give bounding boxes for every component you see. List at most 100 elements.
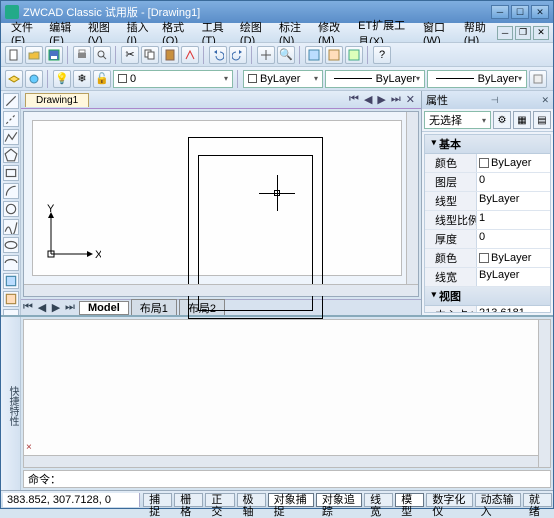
- close-button[interactable]: ✕: [531, 5, 549, 19]
- canvas-hscroll[interactable]: [24, 284, 418, 296]
- cmd-hscroll[interactable]: [24, 455, 538, 467]
- layout-tab-1[interactable]: 布局1: [131, 299, 177, 317]
- props-icon[interactable]: [305, 46, 323, 64]
- layout-last-icon[interactable]: ⏭: [63, 301, 77, 314]
- make-block-icon[interactable]: [3, 291, 19, 307]
- select-objects-icon[interactable]: ▦: [513, 111, 531, 129]
- mdi-close-button[interactable]: ✕: [533, 26, 549, 40]
- polyline-icon[interactable]: [3, 129, 19, 145]
- quick-select-icon[interactable]: ⚙: [493, 111, 511, 129]
- zoom-icon[interactable]: 🔍: [277, 46, 295, 64]
- tab-close-icon[interactable]: ✕: [404, 93, 417, 106]
- open-icon[interactable]: [25, 46, 43, 64]
- prop-value[interactable]: ByLayer: [477, 192, 550, 210]
- layout-next-icon[interactable]: ▶: [49, 301, 63, 314]
- print-icon[interactable]: [73, 46, 91, 64]
- prop-group-head[interactable]: 基本: [425, 135, 550, 154]
- status-toggle-7[interactable]: 模型: [395, 493, 424, 507]
- bylayer-icon[interactable]: [529, 70, 547, 88]
- prop-row[interactable]: 颜色ByLayer: [425, 249, 550, 268]
- layer-combo[interactable]: 0 ▾: [113, 70, 233, 88]
- prop-group-head[interactable]: 视图: [425, 287, 550, 306]
- circle-icon[interactable]: [3, 201, 19, 217]
- prop-row[interactable]: 线型ByLayer: [425, 192, 550, 211]
- status-toggle-10[interactable]: 就绪: [523, 493, 552, 507]
- linetype-combo[interactable]: ByLayer ▾: [325, 70, 425, 88]
- status-toggle-9[interactable]: 动态输入: [475, 493, 521, 507]
- tab-next-icon[interactable]: ▶: [375, 93, 387, 106]
- ellipse-arc-icon[interactable]: [3, 255, 19, 271]
- canvas-vscroll[interactable]: [406, 112, 418, 284]
- design-center-icon[interactable]: [325, 46, 343, 64]
- prop-value[interactable]: 1: [477, 211, 550, 229]
- copy-icon[interactable]: [141, 46, 159, 64]
- layer-freeze-icon[interactable]: ❄: [73, 70, 91, 88]
- color-combo[interactable]: ByLayer ▾: [243, 70, 323, 88]
- lineweight-combo[interactable]: ByLayer ▾: [427, 70, 527, 88]
- panel-close-icon[interactable]: ✕: [541, 95, 549, 106]
- command-history[interactable]: ×: [23, 319, 551, 468]
- undo-icon[interactable]: [209, 46, 227, 64]
- doc-tab-drawing1[interactable]: Drawing1: [25, 93, 89, 107]
- prop-value[interactable]: 0: [477, 230, 550, 248]
- polygon-icon[interactable]: [3, 147, 19, 163]
- tab-first-icon[interactable]: ⏮: [347, 93, 361, 106]
- pan-icon[interactable]: [257, 46, 275, 64]
- prop-row[interactable]: 颜色ByLayer: [425, 154, 550, 173]
- prop-value[interactable]: ByLayer: [477, 154, 550, 172]
- layout-tab-model[interactable]: Model: [79, 301, 129, 315]
- mdi-restore-button[interactable]: ❐: [515, 26, 531, 40]
- command-line[interactable]: 命令：: [23, 470, 551, 488]
- layer-props-icon[interactable]: [5, 70, 23, 88]
- selection-combo[interactable]: 无选择 ▾: [424, 111, 491, 129]
- status-toggle-0[interactable]: 捕捉: [143, 493, 172, 507]
- layout-first-icon[interactable]: ⏮: [21, 301, 35, 314]
- match-icon[interactable]: [181, 46, 199, 64]
- properties-grid[interactable]: 基本颜色ByLayer图层0线型ByLayer线型比例1厚度0颜色ByLayer…: [424, 134, 551, 313]
- ellipse-icon[interactable]: [3, 237, 19, 253]
- tool-palette-icon[interactable]: [345, 46, 363, 64]
- line-icon[interactable]: [3, 93, 19, 109]
- save-icon[interactable]: [45, 46, 63, 64]
- toggle-pim-icon[interactable]: ▤: [533, 111, 551, 129]
- coordinates-readout[interactable]: 383.852, 307.7128, 0: [3, 493, 140, 507]
- prop-row[interactable]: 厚度0: [425, 230, 550, 249]
- status-toggle-3[interactable]: 极轴: [237, 493, 266, 507]
- mdi-minimize-button[interactable]: ─: [497, 26, 513, 40]
- prop-value[interactable]: 0: [477, 173, 550, 191]
- prop-value[interactable]: 213.6181: [477, 306, 550, 313]
- help-icon[interactable]: ?: [373, 46, 391, 64]
- redo-icon[interactable]: [229, 46, 247, 64]
- layout-prev-icon[interactable]: ◀: [35, 301, 49, 314]
- prop-value[interactable]: ByLayer: [477, 249, 550, 267]
- status-toggle-5[interactable]: 对象追踪: [316, 493, 362, 507]
- prop-row[interactable]: 图层0: [425, 173, 550, 192]
- status-toggle-6[interactable]: 线宽: [364, 493, 393, 507]
- spline-icon[interactable]: [3, 219, 19, 235]
- drawing-canvas[interactable]: X Y: [32, 120, 402, 276]
- prop-row[interactable]: 中心点 X213.6181: [425, 306, 550, 313]
- cut-icon[interactable]: ✂: [121, 46, 139, 64]
- maximize-button[interactable]: ☐: [511, 5, 529, 19]
- tab-last-icon[interactable]: ⏭: [389, 93, 403, 106]
- tab-prev-icon[interactable]: ◀: [362, 93, 374, 106]
- prop-value[interactable]: ByLayer: [477, 268, 550, 286]
- prop-row[interactable]: 线宽ByLayer: [425, 268, 550, 287]
- layer-lock-icon[interactable]: 🔓: [93, 70, 111, 88]
- insert-block-icon[interactable]: [3, 273, 19, 289]
- status-toggle-4[interactable]: 对象捕捉: [268, 493, 314, 507]
- arc-icon[interactable]: [3, 183, 19, 199]
- cmd-vscroll[interactable]: [538, 320, 550, 467]
- prop-row[interactable]: 线型比例1: [425, 211, 550, 230]
- new-icon[interactable]: [5, 46, 23, 64]
- command-side-label[interactable]: 快捷特性: [1, 317, 21, 490]
- layer-state-icon[interactable]: [25, 70, 43, 88]
- status-toggle-1[interactable]: 栅格: [174, 493, 203, 507]
- preview-icon[interactable]: [93, 46, 111, 64]
- status-toggle-2[interactable]: 正交: [205, 493, 234, 507]
- paste-icon[interactable]: [161, 46, 179, 64]
- layer-light-icon[interactable]: 💡: [53, 70, 71, 88]
- rectangle-icon[interactable]: [3, 165, 19, 181]
- panel-pin-icon[interactable]: ⊣: [491, 95, 499, 106]
- status-toggle-8[interactable]: 数字化仪: [426, 493, 472, 507]
